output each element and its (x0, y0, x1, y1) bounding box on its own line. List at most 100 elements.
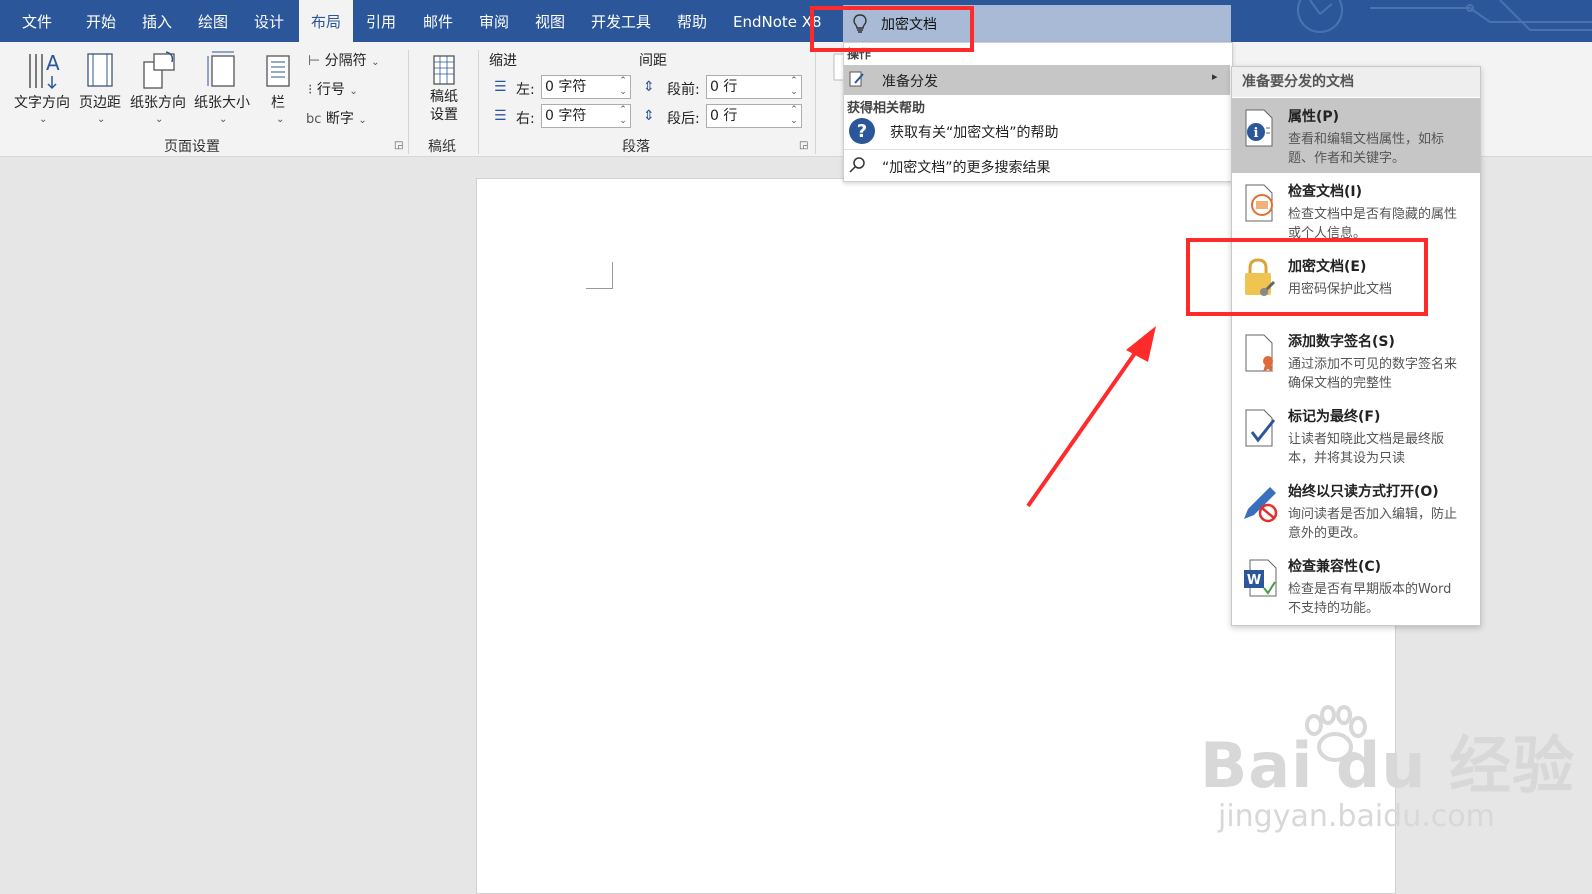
check-compatibility-desc: 检查是否有早期版本的Word 不支持的功能。 (1288, 582, 1452, 616)
tab-insert[interactable]: 插入 (142, 0, 172, 42)
line-numbers-button[interactable]: ⁝ 行号 ⌄ (308, 79, 358, 99)
readonly-open-desc: 询问读者是否加入编辑，防止意外的更改。 (1288, 507, 1458, 541)
indent-left-icon: ☰ (494, 79, 507, 95)
margins-button[interactable]: 页边距 (76, 48, 124, 112)
page-setup-group-label: 页面设置 (164, 139, 220, 155)
help-menu-item[interactable]: ? 获取有关“加密文档”的帮助 (844, 115, 1230, 147)
dialog-launcher-icon[interactable]: ◲ (394, 140, 403, 151)
text-direction-icon: A (29, 51, 60, 90)
readonly-open-title: 始终以只读方式打开(O) (1288, 484, 1439, 500)
chevron-down-icon: ⌄ (97, 114, 106, 125)
chevron-down-icon: ⌄ (358, 115, 367, 126)
spacing-before-label: 段前: (667, 82, 700, 98)
chevron-down-icon: ⌄ (155, 114, 164, 125)
hyphenation-label: 断字 (325, 111, 354, 127)
readonly-open-menu-item[interactable]: 始终以只读方式打开(O) 询问读者是否加入编辑，防止意外的更改。 (1232, 473, 1480, 548)
manuscript-group-label: 稿纸 (428, 139, 456, 155)
columns-icon (266, 55, 290, 87)
chevron-down-icon: ⌄ (39, 114, 48, 125)
dialog-launcher-icon[interactable]: ◲ (799, 140, 808, 151)
group-divider (815, 50, 816, 154)
tab-mailings[interactable]: 邮件 (423, 0, 453, 42)
submenu-header: 准备要分发的文档 (1232, 67, 1480, 97)
compatibility-icon: W (1244, 559, 1277, 597)
spacing-after-input[interactable]: 0 行 ⌃ ⌄ (706, 104, 802, 128)
spinner-arrows-icon[interactable]: ⌃ ⌄ (618, 105, 628, 127)
digital-signature-menu-item[interactable]: 添加数字签名(S) 通过添加不可见的数字签名来确保文档的完整性 (1232, 323, 1480, 398)
tab-view[interactable]: 视图 (535, 0, 565, 42)
breaks-icon: ⊢ (308, 53, 321, 69)
indent-right-label: 右: (516, 111, 535, 127)
paper-size-icon (207, 51, 235, 87)
prepare-distribute-label: 准备分发 (882, 74, 938, 90)
breaks-button[interactable]: ⊢ 分隔符 ⌄ (308, 50, 380, 70)
properties-icon: i (1245, 109, 1273, 147)
ribbon-tab-bar: 文件 开始 插入 绘图 设计 布局 引用 邮件 审阅 视图 开发工具 帮助 En… (0, 0, 1592, 42)
prepare-distribute-menu-item[interactable]: 准备分发 ▸ (844, 65, 1230, 95)
mark-final-menu-item[interactable]: 标记为最终(F) 让读者知晓此文档是最终版本，并将其设为只读 (1232, 398, 1480, 473)
baidu-watermark: Bai du 经验 jingyan.baidu.com (1200, 705, 1575, 834)
tab-layout[interactable]: 布局 (299, 0, 354, 42)
paper-size-label: 纸张大小 (194, 95, 250, 111)
chevron-down-icon: ⌄ (276, 114, 285, 125)
text-direction-label: 文字方向 (14, 95, 70, 111)
mark-final-icon (1245, 409, 1276, 447)
tell-me-dropdown: 操作 准备分发 ▸ 获得相关帮助 ? 获取有关“加密文档”的帮助 “加密文档”的… (843, 42, 1233, 182)
group-divider (478, 50, 479, 154)
columns-button[interactable]: 栏 (260, 48, 296, 112)
spinner-arrows-icon[interactable]: ⌃ ⌄ (618, 76, 628, 98)
text-boundary-corner (586, 262, 613, 289)
svg-text:A: A (46, 51, 60, 75)
properties-menu-item[interactable]: i 属性(P) 查看和编辑文档属性，如标题、作者和关键字。 (1232, 98, 1480, 173)
digital-signature-title: 添加数字签名(S) (1288, 334, 1395, 350)
annotation-highlight-encrypt (1186, 238, 1428, 316)
manuscript-setup-button[interactable]: 稿纸 设置 (422, 52, 466, 124)
breaks-label: 分隔符 (324, 53, 367, 69)
hyphenation-button[interactable]: bc 断字 ⌄ (306, 108, 367, 128)
orientation-button[interactable]: 纸张方向 (126, 48, 190, 112)
tab-help[interactable]: 帮助 (677, 0, 707, 42)
spacing-after-label: 段后: (667, 111, 700, 127)
hyphenation-icon: bc (306, 112, 322, 127)
spacing-before-value: 0 行 (710, 79, 738, 95)
tab-endnote[interactable]: EndNote X8 (733, 0, 822, 42)
margins-icon (87, 53, 113, 87)
indent-label: 缩进 (489, 53, 517, 69)
tab-draw[interactable]: 绘图 (198, 0, 228, 42)
indent-left-value: 0 字符 (545, 79, 587, 95)
margins-label: 页边距 (79, 95, 121, 111)
indent-right-input[interactable]: 0 字符 ⌃ ⌄ (541, 104, 631, 128)
tab-references[interactable]: 引用 (366, 0, 396, 42)
indent-right-icon: ☰ (494, 108, 507, 124)
chevron-down-icon: ⌄ (219, 114, 228, 125)
help-item-label: 获取有关“加密文档”的帮助 (890, 125, 1059, 141)
text-direction-button[interactable]: A 文字方向 (10, 48, 74, 112)
tab-design[interactable]: 设计 (254, 0, 284, 42)
check-compatibility-title: 检查兼容性(C) (1288, 559, 1382, 575)
paper-size-button[interactable]: 纸张大小 (190, 48, 254, 112)
chevron-down-icon: ⌄ (371, 57, 380, 68)
svg-text:i: i (1254, 126, 1259, 141)
indent-left-input[interactable]: 0 字符 ⌃ ⌄ (541, 75, 631, 99)
tab-home[interactable]: 开始 (86, 0, 116, 42)
spinner-arrows-icon[interactable]: ⌃ ⌄ (789, 76, 799, 98)
inspect-document-menu-item[interactable]: 检查文档(I) 检查文档中是否有隐藏的属性或个人信息。 (1232, 173, 1480, 245)
check-compatibility-menu-item[interactable]: W 检查兼容性(C) 检查是否有早期版本的Word 不支持的功能。 (1232, 548, 1480, 623)
menu-divider (844, 149, 1230, 150)
manuscript-setup-label-line2: 设置 (430, 107, 458, 123)
tab-file[interactable]: 文件 (22, 0, 52, 42)
orientation-icon (143, 51, 175, 89)
prepare-distribution-submenu: 准备要分发的文档 i 属性(P) 查看和编辑文档属性，如标题、作者和关键字。 检… (1231, 66, 1481, 626)
tab-developer[interactable]: 开发工具 (591, 0, 651, 42)
inspect-document-title: 检查文档(I) (1288, 184, 1363, 200)
paw-logo-icon (1305, 705, 1367, 762)
more-results-menu-item[interactable]: “加密文档”的更多搜索结果 (844, 151, 1230, 179)
spacing-after-icon: ⇕ (643, 108, 655, 124)
spacing-before-input[interactable]: 0 行 ⌃ ⌄ (706, 75, 802, 99)
spinner-arrows-icon[interactable]: ⌃ ⌄ (789, 105, 799, 127)
tab-review[interactable]: 审阅 (479, 0, 509, 42)
svg-text:?: ? (857, 121, 867, 142)
more-results-label: “加密文档”的更多搜索结果 (882, 160, 1051, 176)
svg-text:W: W (1247, 573, 1261, 588)
submenu-arrow-icon: ▸ (1212, 70, 1218, 83)
